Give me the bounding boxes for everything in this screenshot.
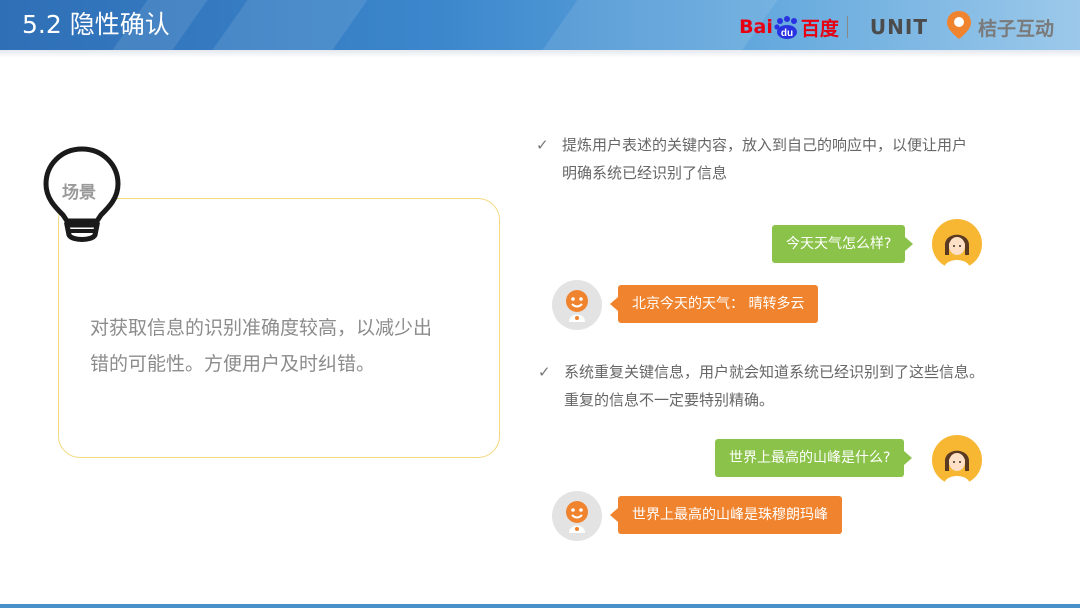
baidu-logo-text-right: 百度: [800, 17, 839, 40]
bot-avatar: [552, 491, 602, 541]
logo-group: Bai du 百度 UNIT 桔子互动: [739, 10, 1054, 44]
footer-line: [0, 604, 1080, 608]
header-shadow: [0, 50, 1080, 58]
user-message-bubble: 今天天气怎么样?: [772, 225, 914, 263]
check-icon: ✓: [538, 363, 551, 381]
scene-label: 场景: [62, 183, 96, 203]
unit-logo: UNIT: [869, 15, 928, 39]
juzi-logo-text: 桔子互动: [977, 17, 1054, 40]
logo-divider: [846, 16, 848, 38]
baidu-logo: Bai du 百度: [739, 14, 839, 41]
header-bar: 5.2 隐性确认 Bai du 百度 UNIT 桔子互动: [0, 0, 1080, 50]
page-title: 5.2 隐性确认: [22, 10, 170, 39]
baidu-logo-text-left: Bai: [739, 16, 773, 38]
bullet-text-line: 明确系统已经识别了信息: [562, 164, 728, 182]
juzi-logo: 桔子互动: [946, 10, 1054, 44]
bot-message-bubble: 世界上最高的山峰是珠穆朗玛峰: [610, 496, 842, 534]
bullet-text-line: 提炼用户表述的关键内容，放入到自己的响应中，以便让用户: [562, 136, 968, 154]
svg-text:du: du: [781, 28, 793, 39]
user-message-bubble: 世界上最高的山峰是什么?: [715, 439, 913, 477]
bullet-text-line: 系统重复关键信息，用户就会知道系统已经识别到了这些信息。: [564, 363, 985, 381]
baidu-paw-icon: du: [774, 16, 800, 39]
scene-description: 对获取信息的识别准确度较高，以减少出错的可能性。方便用户及时纠错。: [90, 317, 433, 375]
user-avatar: [932, 435, 982, 485]
bullet-item: ✓ 系统重复关键信息，用户就会知道系统已经识别到了这些信息。 重复的信息不一定要…: [538, 358, 1044, 414]
check-icon: ✓: [536, 136, 549, 154]
juzi-pin-icon: [946, 10, 972, 44]
bot-message-bubble: 北京今天的天气： 晴转多云: [609, 285, 819, 323]
bot-avatar: [552, 280, 602, 330]
bullet-text-line: 重复的信息不一定要特别精确。: [564, 391, 775, 409]
user-avatar: [932, 219, 982, 269]
bullet-item: ✓ 提炼用户表述的关键内容，放入到自己的响应中，以便让用户 明确系统已经识别了信…: [536, 131, 1042, 187]
